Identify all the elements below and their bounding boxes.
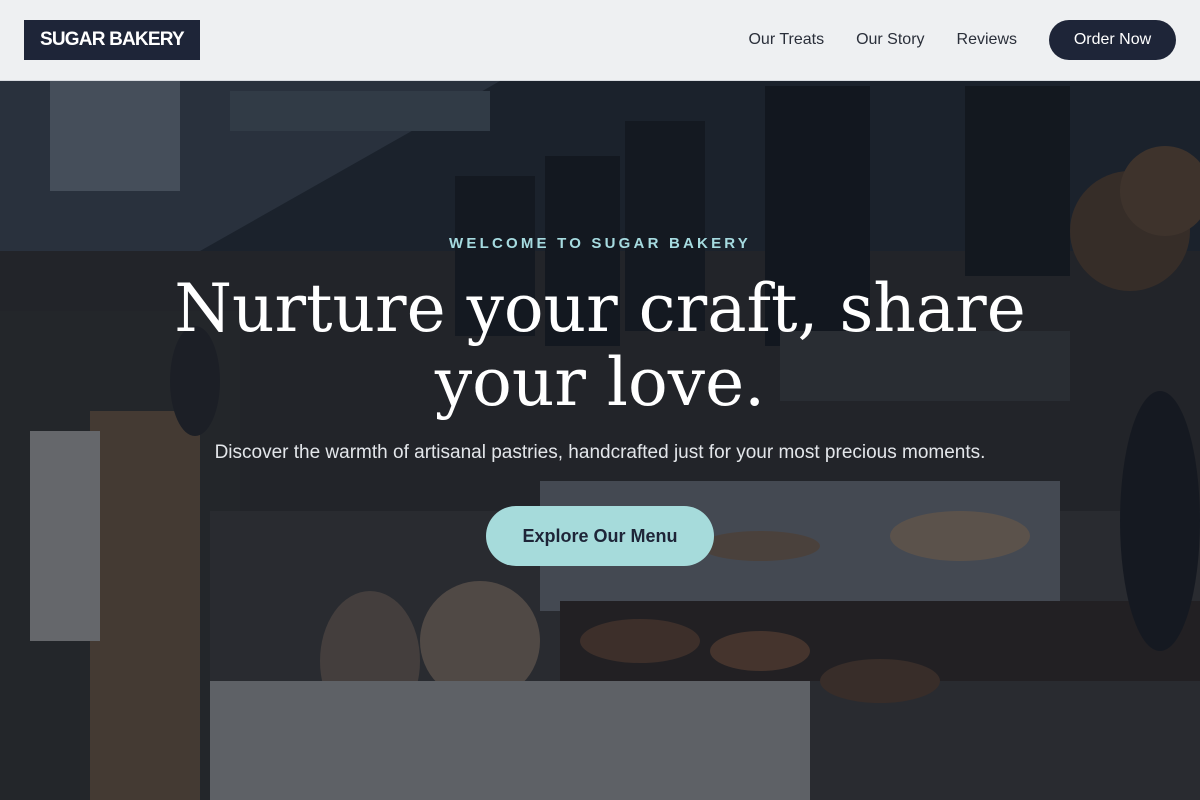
main-nav: Our Treats Our Story Reviews Order Now <box>716 20 1176 60</box>
nav-our-story[interactable]: Our Story <box>856 31 924 49</box>
site-header: SUGAR BAKERY Our Treats Our Story Review… <box>0 0 1200 81</box>
hero-subtext: Discover the warmth of artisanal pastrie… <box>214 442 986 463</box>
nav-reviews[interactable]: Reviews <box>957 31 1017 49</box>
hero-content: WELCOME TO SUGAR BAKERY Nurture your cra… <box>0 81 1200 800</box>
hero-headline: Nurture your craft, share your love. <box>174 270 1026 421</box>
explore-menu-button[interactable]: Explore Our Menu <box>486 506 714 566</box>
nav-our-treats[interactable]: Our Treats <box>748 31 824 49</box>
logo[interactable]: SUGAR BAKERY <box>24 20 200 60</box>
hero-section: WELCOME TO SUGAR BAKERY Nurture your cra… <box>0 81 1200 800</box>
hero-eyebrow: WELCOME TO SUGAR BAKERY <box>449 235 751 252</box>
order-now-button[interactable]: Order Now <box>1049 20 1176 60</box>
